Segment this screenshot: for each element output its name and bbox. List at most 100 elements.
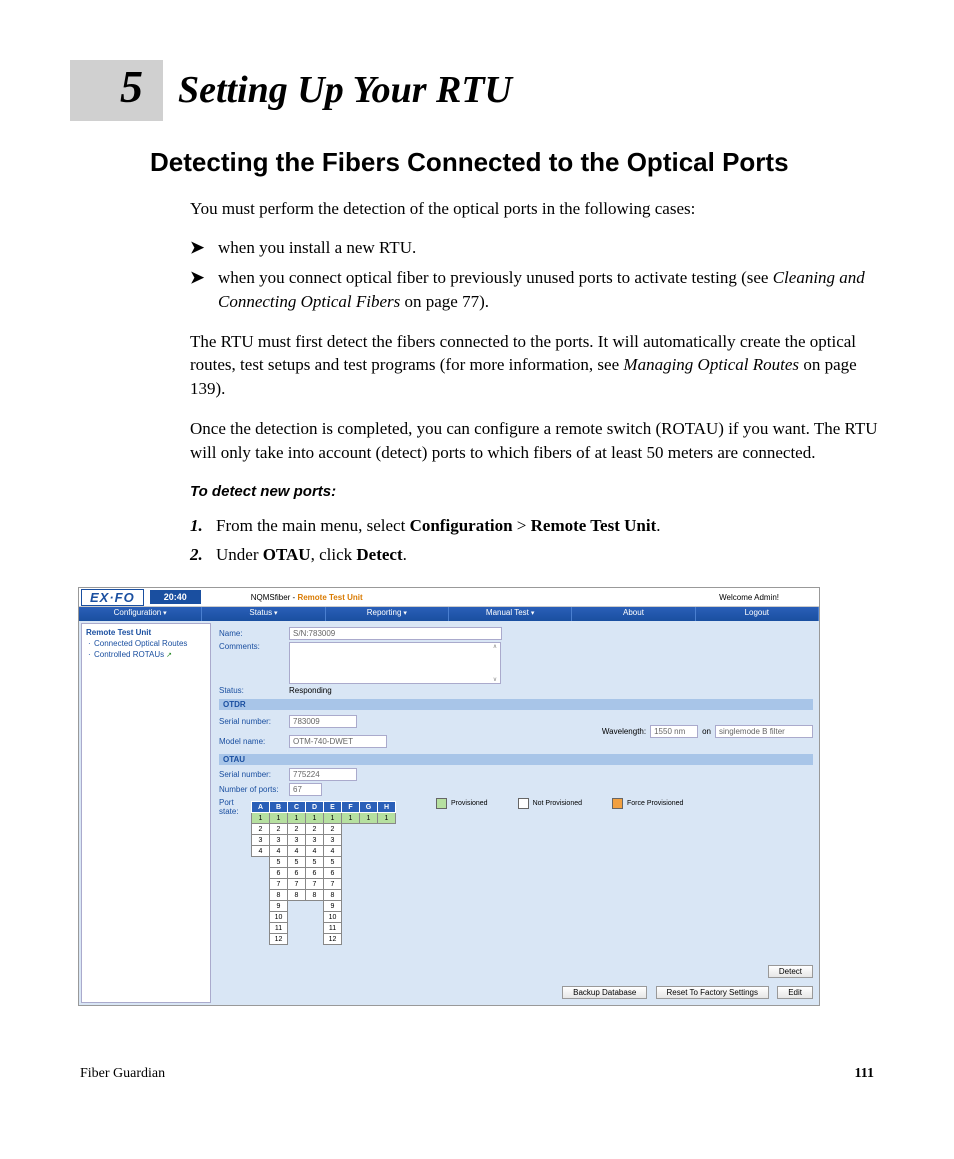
bullet-list: ➤ when you install a new RTU. ➤ when you… xyxy=(190,236,884,313)
otdr-header: OTDR xyxy=(219,699,813,710)
reset-button[interactable]: Reset To Factory Settings xyxy=(656,986,769,999)
port-cell[interactable]: 6 xyxy=(324,868,342,879)
paragraph: Once the detection is completed, you can… xyxy=(190,417,884,465)
port-cell[interactable]: 5 xyxy=(306,857,324,868)
port-cell[interactable]: 4 xyxy=(306,846,324,857)
port-cell[interactable]: 6 xyxy=(288,868,306,879)
body-content: You must perform the detection of the op… xyxy=(190,197,884,568)
swatch-not-provisioned-icon xyxy=(518,798,529,809)
port-cell[interactable]: 4 xyxy=(288,846,306,857)
port-cell[interactable]: 1 xyxy=(360,813,378,824)
port-cell[interactable]: 9 xyxy=(270,901,288,912)
port-cell[interactable]: 1 xyxy=(306,813,324,824)
port-cell[interactable]: 1 xyxy=(288,813,306,824)
otdr-serial-field[interactable]: 783009 xyxy=(289,715,357,728)
bullet-text: when you install a new RTU. xyxy=(218,236,416,260)
name-field[interactable]: S/N:783009 xyxy=(289,627,502,640)
otau-header: OTAU xyxy=(219,754,813,765)
bullet-text: when you connect optical fiber to previo… xyxy=(218,266,884,314)
port-cell[interactable]: 12 xyxy=(270,934,288,945)
port-cell[interactable]: 12 xyxy=(324,934,342,945)
app-body: Remote Test Unit Connected Optical Route… xyxy=(79,621,819,1005)
chapter-number: 5 xyxy=(70,60,163,121)
port-cell[interactable]: 3 xyxy=(306,835,324,846)
port-cell[interactable]: 4 xyxy=(270,846,288,857)
port-cell[interactable]: 8 xyxy=(288,890,306,901)
port-cell[interactable]: 4 xyxy=(324,846,342,857)
port-cell[interactable]: 2 xyxy=(288,824,306,835)
swatch-provisioned-icon xyxy=(436,798,447,809)
port-cell[interactable]: 9 xyxy=(324,901,342,912)
port-cell[interactable]: 2 xyxy=(306,824,324,835)
port-cell[interactable]: 7 xyxy=(306,879,324,890)
port-cell[interactable]: 1 xyxy=(378,813,396,824)
bullet-item: ➤ when you install a new RTU. xyxy=(190,236,884,260)
menu-configuration[interactable]: Configuration xyxy=(79,607,202,621)
menu-status[interactable]: Status xyxy=(202,607,325,621)
chapter-title: Setting Up Your RTU xyxy=(178,68,512,112)
port-cell[interactable]: 6 xyxy=(270,868,288,879)
port-cell[interactable]: 4 xyxy=(252,846,270,857)
cross-reference: Managing Optical Routes xyxy=(623,355,799,374)
wavelength-field[interactable]: 1550 nm xyxy=(650,725,698,738)
port-cell[interactable]: 3 xyxy=(270,835,288,846)
mode-field[interactable]: singlemode B filter xyxy=(715,725,813,738)
port-cell[interactable]: 10 xyxy=(270,912,288,923)
port-cell[interactable]: 1 xyxy=(270,813,288,824)
menu-reporting[interactable]: Reporting xyxy=(326,607,449,621)
port-cell[interactable]: 11 xyxy=(270,923,288,934)
step-list: 1. From the main menu, select Configurat… xyxy=(190,514,884,568)
menu-manual-test[interactable]: Manual Test xyxy=(449,607,572,621)
port-cell[interactable]: 7 xyxy=(324,879,342,890)
swatch-force-provisioned-icon xyxy=(612,798,623,809)
intro-paragraph: You must perform the detection of the op… xyxy=(190,197,884,221)
port-cell[interactable]: 5 xyxy=(288,857,306,868)
otau-ports-field[interactable]: 67 xyxy=(289,783,322,796)
port-cell[interactable]: 1 xyxy=(342,813,360,824)
port-cell[interactable]: 7 xyxy=(288,879,306,890)
step-number: 2. xyxy=(190,543,216,567)
port-cell[interactable]: 8 xyxy=(270,890,288,901)
port-cell[interactable]: 11 xyxy=(324,923,342,934)
port-cell[interactable]: 2 xyxy=(324,824,342,835)
step-text: Under OTAU, click Detect. xyxy=(216,543,407,567)
footer-product: Fiber Guardian xyxy=(80,1066,165,1082)
port-cell[interactable]: 3 xyxy=(288,835,306,846)
otau-serial-field[interactable]: 775224 xyxy=(289,768,357,781)
port-state-label: Port state: xyxy=(219,798,251,816)
footer-buttons: Backup Database Reset To Factory Setting… xyxy=(219,986,813,999)
port-cell[interactable]: 8 xyxy=(324,890,342,901)
port-cell[interactable]: 3 xyxy=(252,835,270,846)
sidebar-item-rtu[interactable]: Remote Test Unit xyxy=(86,627,206,638)
port-cell[interactable]: 8 xyxy=(306,890,324,901)
port-cell[interactable]: 1 xyxy=(324,813,342,824)
port-cell[interactable]: 2 xyxy=(270,824,288,835)
legend: Provisioned Not Provisioned Force Provis… xyxy=(436,798,683,809)
edit-button[interactable]: Edit xyxy=(777,986,813,999)
port-cell[interactable]: 6 xyxy=(306,868,324,879)
step-number: 1. xyxy=(190,514,216,538)
detect-button[interactable]: Detect xyxy=(768,965,813,978)
port-cell[interactable]: 10 xyxy=(324,912,342,923)
scrollbar-icon[interactable]: ∧∨ xyxy=(490,643,500,683)
backup-button[interactable]: Backup Database xyxy=(562,986,647,999)
sidebar-item-rotaus[interactable]: Controlled ROTAUs xyxy=(86,649,206,660)
arrow-icon: ➤ xyxy=(190,266,208,314)
sidebar: Remote Test Unit Connected Optical Route… xyxy=(81,623,211,1003)
port-cell[interactable]: 2 xyxy=(252,824,270,835)
port-cell[interactable]: 5 xyxy=(270,857,288,868)
port-cell[interactable]: 3 xyxy=(324,835,342,846)
otau-ports-label: Number of ports: xyxy=(219,785,289,794)
step-item: 1. From the main menu, select Configurat… xyxy=(190,514,884,538)
menu-logout[interactable]: Logout xyxy=(696,607,819,621)
port-cell[interactable]: 1 xyxy=(252,813,270,824)
port-cell[interactable]: 7 xyxy=(270,879,288,890)
sidebar-item-routes[interactable]: Connected Optical Routes xyxy=(86,638,206,649)
procedure-heading: To detect new ports: xyxy=(190,481,884,502)
comments-field[interactable]: ∧∨ xyxy=(289,642,501,684)
menu-about[interactable]: About xyxy=(572,607,695,621)
port-cell[interactable]: 5 xyxy=(324,857,342,868)
bullet-item: ➤ when you connect optical fiber to prev… xyxy=(190,266,884,314)
comments-label: Comments: xyxy=(219,642,289,651)
otdr-model-field[interactable]: OTM-740-DWET xyxy=(289,735,387,748)
